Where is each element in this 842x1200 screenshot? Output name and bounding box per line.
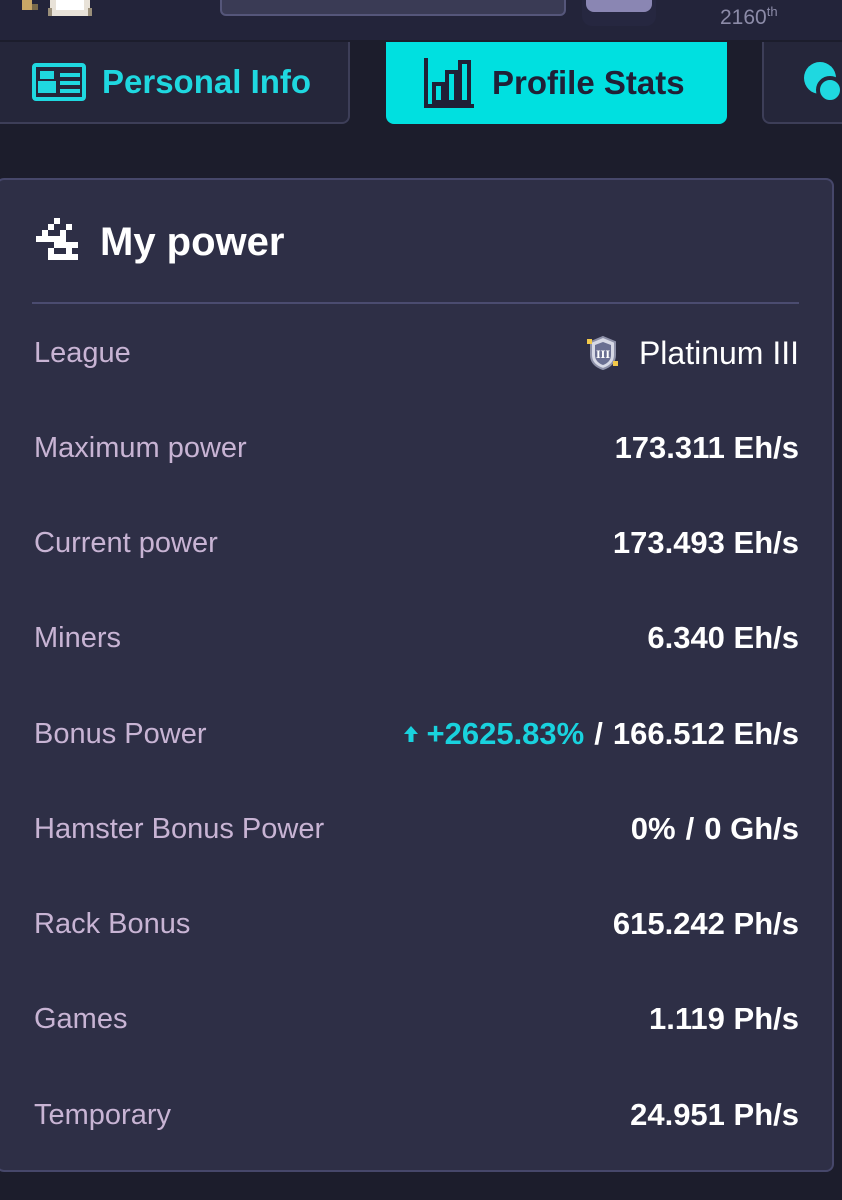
id-card-icon [32,63,86,101]
divider [32,302,799,304]
tab-chat[interactable] [762,42,842,124]
tab-label: Profile Stats [492,64,685,101]
stat-row-current-power: Current power 173.493 Eh/s [34,518,799,568]
stat-row-bonus-power: Bonus Power +2625.83% / 166.512 Eh/s [34,709,799,759]
stat-row-temporary: Temporary 24.951 Ph/s [34,1090,799,1140]
stat-value: 615.242 Ph/s [612,906,799,941]
my-power-card: My power League III Platinum III Maximum… [0,178,834,1172]
stat-value: 173.493 Eh/s [612,525,799,560]
rank-position: 2160th [720,4,778,29]
profile-page: 2160th Personal Info Profile Stats My po… [0,0,842,1200]
search-input[interactable] [220,0,566,16]
stat-label: Games [34,1002,128,1035]
stat-label: Hamster Bonus Power [34,812,325,845]
stat-label: League [34,336,131,369]
stat-row-maximum-power: Maximum power 173.311 Eh/s [34,423,799,473]
arrow-up-icon [403,725,419,743]
header-button[interactable] [582,0,656,26]
stat-value: 24.951 Ph/s [630,1097,799,1132]
svg-text:III: III [596,350,610,361]
lightning-icon [34,216,82,269]
top-bar: 2160th [0,0,842,40]
stat-value: +2625.83% / 166.512 Eh/s [403,716,799,752]
stat-label: Temporary [34,1098,171,1131]
stat-label: Maximum power [34,431,247,464]
tab-profile-stats[interactable]: Profile Stats [386,42,727,124]
card-header: My power [34,216,284,269]
tab-personal-info[interactable]: Personal Info [0,42,350,124]
chat-icon [800,60,840,104]
card-title: My power [100,220,285,264]
stat-label: Bonus Power [34,717,207,750]
stat-row-hamster-bonus-power: Hamster Bonus Power 0% / 0 Gh/s [34,804,799,854]
stat-value: 1.119 Ph/s [649,1001,799,1036]
league-value: III Platinum III [585,335,799,372]
bar-chart-icon [422,56,476,110]
stat-row-miners: Miners 6.340 Eh/s [34,613,799,663]
stat-row-games: Games 1.119 Ph/s [34,994,799,1044]
stat-label: Current power [34,526,218,559]
stat-row-rack-bonus: Rack Bonus 615.242 Ph/s [34,899,799,949]
platinum-league-badge-icon: III [585,335,621,371]
stat-value: 173.311 Eh/s [614,430,799,465]
avatar[interactable] [22,0,98,18]
stat-label: Rack Bonus [34,907,191,940]
bonus-percent: +2625.83% [403,716,584,752]
stat-value: 6.340 Eh/s [647,620,799,655]
stat-label: Miners [34,621,122,654]
stat-value: 0% / 0 Gh/s [630,811,799,846]
stat-row-league: League III Platinum III [34,328,799,378]
tab-label: Personal Info [102,63,312,100]
